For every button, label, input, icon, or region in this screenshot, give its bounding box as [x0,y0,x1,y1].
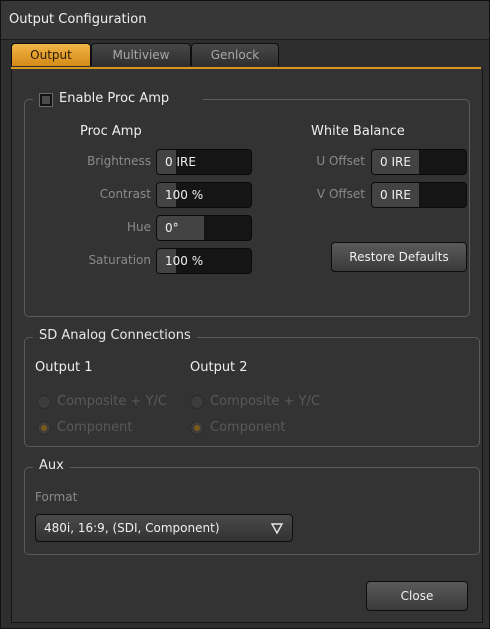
v-offset-label: V Offset [316,187,365,201]
chevron-down-icon [270,520,284,539]
aux-group: Aux Format 480i, 16:9, (SDI, Component) [24,458,480,555]
proc-amp-group: Enable Proc Amp Proc Amp White Balance B… [24,90,470,317]
close-button[interactable]: Close [366,581,468,611]
u-offset-value: 0 IRE [380,155,411,169]
hue-field[interactable]: 0° [156,215,252,241]
brightness-value: 0 IRE [165,155,196,169]
contrast-label: Contrast [99,187,151,201]
saturation-label: Saturation [88,253,151,267]
output2-composite-radio[interactable] [190,395,204,409]
output1-composite-radio[interactable] [37,395,51,409]
output-configuration-window: Output Configuration Output Multiview Ge… [0,0,490,629]
contrast-field[interactable]: 100 % [156,182,252,208]
tab-output[interactable]: Output [11,43,91,66]
sd-analog-connections-group: SD Analog Connections Output 1 Output 2 … [24,328,480,447]
enable-proc-amp-legend: Enable Proc Amp [33,90,203,110]
output2-component-radio[interactable] [190,421,204,435]
output1-component-label: Component [57,420,133,435]
hue-value: 0° [165,221,179,235]
contrast-value: 100 % [165,188,204,202]
proc-amp-heading: Proc Amp [80,124,142,139]
title-bar[interactable]: Output Configuration [1,1,489,40]
format-dropdown[interactable]: 480i, 16:9, (SDI, Component) [35,514,293,542]
v-offset-value: 0 IRE [380,188,411,202]
white-balance-heading: White Balance [311,124,405,139]
v-offset-field[interactable]: 0 IRE [371,182,467,208]
output1-component-radio[interactable] [37,421,51,435]
u-offset-field[interactable]: 0 IRE [371,149,467,175]
saturation-value: 100 % [165,254,204,268]
tab-genlock[interactable]: Genlock [191,43,279,66]
saturation-field[interactable]: 100 % [156,248,252,274]
sd-analog-legend: SD Analog Connections [33,328,197,343]
format-label: Format [35,490,78,504]
brightness-field[interactable]: 0 IRE [156,149,252,175]
output2-composite-label: Composite + Y/C [210,394,320,409]
output-tab-panel: Enable Proc Amp Proc Amp White Balance B… [11,69,483,623]
brightness-label: Brightness [87,154,151,168]
enable-proc-amp-checkbox[interactable] [39,93,53,107]
format-value: 480i, 16:9, (SDI, Component) [44,521,220,535]
aux-legend: Aux [33,458,70,473]
output1-composite-label: Composite + Y/C [57,394,167,409]
u-offset-label: U Offset [316,154,365,168]
output2-component-label: Component [210,420,286,435]
tab-multiview[interactable]: Multiview [91,43,191,66]
window-title: Output Configuration [9,12,147,27]
output2-heading: Output 2 [190,360,248,375]
enable-proc-amp-label[interactable]: Enable Proc Amp [59,91,169,106]
restore-defaults-button[interactable]: Restore Defaults [331,242,467,272]
output1-heading: Output 1 [35,360,93,375]
hue-label: Hue [126,220,151,234]
